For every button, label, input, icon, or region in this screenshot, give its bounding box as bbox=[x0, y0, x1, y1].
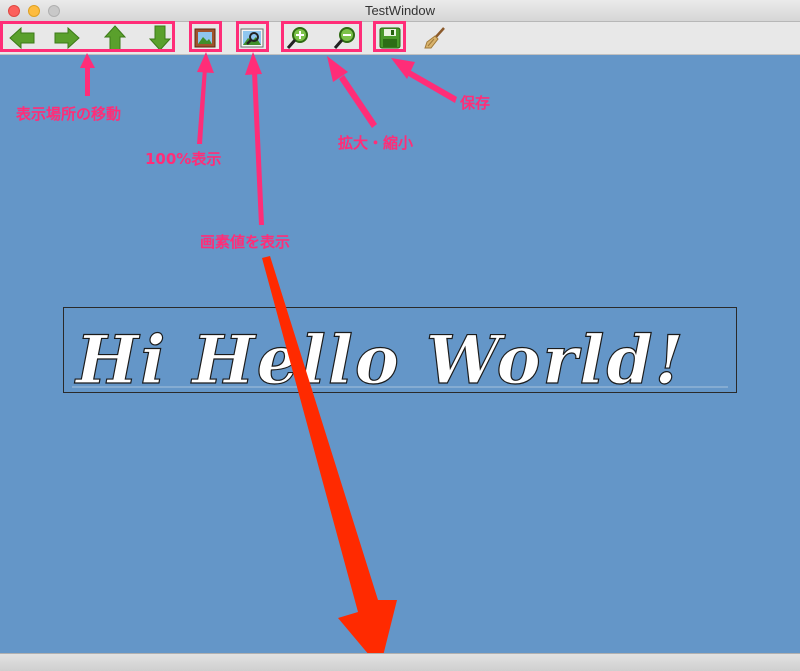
arrow-left-icon bbox=[9, 27, 35, 49]
arrow-up-icon bbox=[104, 25, 126, 51]
arrow-right-icon bbox=[54, 27, 80, 49]
label-zoom: 拡大・縮小 bbox=[338, 134, 414, 152]
move-right-button[interactable] bbox=[52, 23, 82, 53]
clear-button[interactable] bbox=[420, 23, 450, 53]
move-left-button[interactable] bbox=[7, 23, 37, 53]
label-pixel: 画素値を表示 bbox=[200, 233, 291, 251]
picture-icon bbox=[194, 28, 216, 48]
status-bar bbox=[0, 653, 800, 671]
arrow-down-icon bbox=[149, 25, 171, 51]
fit-100-button[interactable] bbox=[190, 23, 220, 53]
pixel-value-button[interactable] bbox=[237, 23, 267, 53]
move-up-button[interactable] bbox=[100, 23, 130, 53]
picture-magnifier-icon bbox=[240, 28, 264, 48]
image-text: Hi Hello World! bbox=[74, 321, 686, 394]
image-content: Hi Hello World! bbox=[72, 320, 728, 394]
zoom-out-icon bbox=[333, 27, 355, 49]
label-save: 保存 bbox=[460, 94, 491, 112]
broom-icon bbox=[424, 27, 445, 49]
zoom-out-button[interactable] bbox=[330, 23, 360, 53]
displayed-image[interactable]: Hi Hello World! bbox=[63, 307, 737, 394]
title-bar: TestWindow bbox=[0, 0, 800, 22]
label-fit100: 100%表示 bbox=[145, 150, 222, 168]
zoom-in-button[interactable] bbox=[283, 23, 313, 53]
floppy-disk-icon bbox=[379, 27, 401, 49]
save-button[interactable] bbox=[375, 23, 405, 53]
zoom-in-icon bbox=[286, 27, 308, 49]
window-title: TestWindow bbox=[364, 3, 436, 18]
label-move: 表示場所の移動 bbox=[16, 105, 122, 123]
move-down-button[interactable] bbox=[145, 23, 175, 53]
toolbar bbox=[0, 22, 800, 55]
